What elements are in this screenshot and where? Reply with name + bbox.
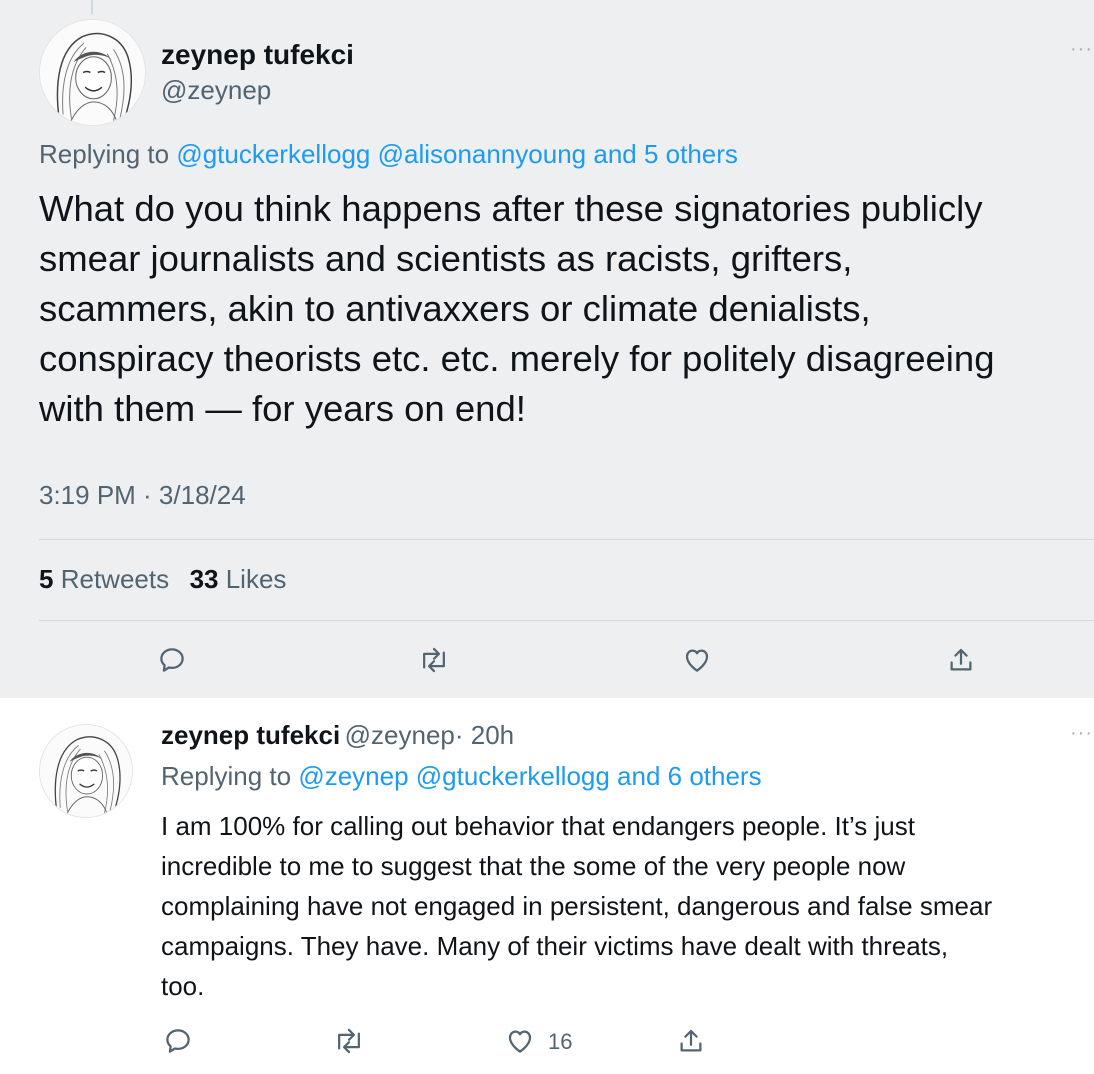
author-name[interactable]: zeynep tufekci (161, 39, 354, 71)
author-handle[interactable]: @zeynep (161, 75, 271, 106)
replying-to-line: Replying to @gtuckerkellogg @alisonannyo… (39, 139, 738, 170)
author-name[interactable]: zeynep tufekci (161, 720, 340, 750)
divider (39, 539, 1094, 540)
heart-icon[interactable] (505, 1026, 535, 1056)
tweet-text: What do you think happens after these si… (39, 188, 995, 429)
tweet-time[interactable]: · 20h (455, 720, 514, 750)
share-icon[interactable] (676, 1026, 706, 1056)
reply-icon[interactable] (163, 1026, 193, 1056)
divider (39, 620, 1094, 621)
heart-icon[interactable] (682, 645, 712, 675)
reply-header: zeynep tufekci @zeynep· 20h (161, 720, 514, 751)
retweets-count[interactable]: 5 (39, 564, 53, 594)
likes-label[interactable]: Likes (226, 564, 287, 594)
retweets-label[interactable]: Retweets (61, 564, 169, 594)
main-tweet: zeynep tufekci @zeynep ··· Replying to @… (0, 0, 1094, 698)
replying-to-prefix: Replying to (39, 139, 177, 169)
thread-connector-line (91, 0, 93, 14)
retweet-icon[interactable] (418, 645, 450, 675)
avatar[interactable] (39, 724, 133, 818)
replying-to-mentions[interactable]: @zeynep @gtuckerkellogg and 6 others (298, 761, 761, 791)
more-dots-icon[interactable]: ··· (1070, 38, 1093, 61)
tweet-stats: 5 Retweets 33 Likes (39, 564, 286, 595)
replying-to-prefix: Replying to (161, 761, 299, 791)
author-handle[interactable]: @zeynep (345, 720, 455, 750)
tweet-text: I am 100% for calling out behavior that … (161, 811, 993, 1001)
more-dots-icon[interactable]: ··· (1070, 722, 1093, 745)
reply-icon[interactable] (157, 645, 187, 675)
avatar-sketch (40, 725, 132, 817)
share-icon[interactable] (946, 645, 976, 675)
retweet-icon[interactable] (333, 1026, 365, 1056)
avatar[interactable] (39, 19, 146, 126)
replying-to-line: Replying to @zeynep @gtuckerkellogg and … (161, 761, 762, 792)
tweet-timestamp[interactable]: 3:19 PM · 3/18/24 (39, 480, 246, 511)
replying-to-mentions[interactable]: @gtuckerkellogg @alisonannyoung and 5 ot… (176, 139, 738, 169)
like-count[interactable]: 16 (548, 1029, 572, 1055)
likes-count[interactable]: 33 (190, 564, 219, 594)
avatar-sketch (40, 20, 145, 125)
